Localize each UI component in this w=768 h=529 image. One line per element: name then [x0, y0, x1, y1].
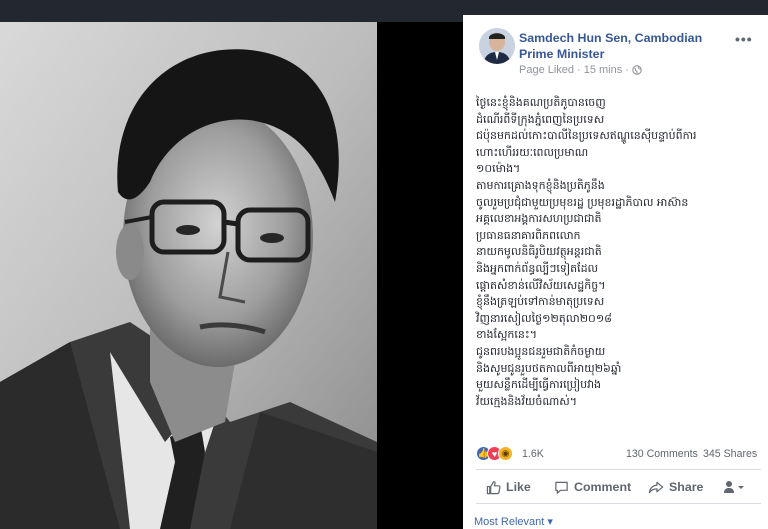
- post-line: ជូនពរបងប្អូនជនរួមជាតិកំចម្ងាយ: [476, 344, 606, 358]
- wow-reaction-icon: ◉: [498, 446, 513, 461]
- divider: [476, 469, 761, 470]
- comments-count[interactable]: 130 Comments: [626, 448, 698, 460]
- comment-label: Comment: [574, 480, 632, 494]
- post-line: ជប៉ុនមកដល់កោះបាលីនៃប្រទេសឥណ្ឌូនេស៊ីបន្ទា…: [476, 129, 697, 143]
- post-timestamp[interactable]: 15 mins: [584, 64, 623, 76]
- avatar-photo-icon: [479, 28, 515, 64]
- post-line: វ័យក្មេងនិងវ័យចំណាស់។: [476, 394, 577, 408]
- shares-count[interactable]: 345 Shares: [703, 448, 757, 460]
- meta-separator-2: ·: [625, 64, 629, 76]
- post-line: ខាងស្អែកនេះ។: [476, 328, 537, 342]
- like-label: Like: [506, 480, 531, 494]
- post-line: អគ្គលេខាអង្គការសហប្រជាជាតិ: [476, 212, 602, 226]
- comment-button[interactable]: Comment: [554, 480, 631, 495]
- reaction-icons[interactable]: 👍 ♥ ◉: [476, 446, 513, 461]
- more-options-button[interactable]: •••: [735, 31, 753, 47]
- post-line: ដំណើរពីទីក្រុងភ្នំពេញនៃប្រទេស: [476, 112, 605, 126]
- post-line: ១០ម៉ោង។: [476, 162, 521, 176]
- post-line: និងសូមជូនរួបថតកាលពីអាយុ២៦ឆ្នាំ: [476, 361, 622, 375]
- comments-sort-dropdown[interactable]: Most Relevant ▾: [474, 515, 553, 528]
- meta-separator: ·: [577, 64, 581, 76]
- post-header: Samdech Hun Sen, Cambodian Prime Ministe…: [463, 15, 768, 85]
- post-line: ប្រធានធនាគារពិភពលោក: [476, 228, 581, 242]
- post-sidebar: Samdech Hun Sen, Cambodian Prime Ministe…: [463, 15, 768, 529]
- post-line: មួយសន្លឹកដើម្បីធ្វើការប្រៀបវាង: [476, 378, 602, 392]
- speech-bubble-icon: [555, 481, 568, 494]
- thumbs-up-icon: [486, 480, 501, 494]
- page-liked-label: Page Liked: [519, 64, 575, 76]
- share-arrow-icon: [648, 481, 664, 493]
- post-photo[interactable]: [0, 22, 377, 529]
- portrait-photo: [0, 22, 377, 529]
- post-line: នាយកមូលនិធិរូបិយវត្ថុអន្តរជាតិ: [476, 245, 602, 259]
- globe-icon[interactable]: [632, 65, 642, 75]
- lightbox-gap: [377, 22, 463, 529]
- reactions-bar: 👍 ♥ ◉ 1.6K 130 Comments 345 Shares: [476, 445, 761, 465]
- page-name-link[interactable]: Samdech Hun Sen, Cambodian Prime Ministe…: [519, 30, 731, 62]
- avatar[interactable]: [479, 28, 515, 64]
- post-line: តាមការគ្រោងទុកខ្ញុំនិងប្រតិភូនឹង: [476, 178, 605, 192]
- reaction-count[interactable]: 1.6K: [522, 448, 544, 460]
- post-line: ចូលរួមប្រជុំជាមួយប្រមុខរដ្ឋ ប្រមុខរដ្ឋាភ…: [476, 195, 689, 209]
- divider: [476, 503, 761, 504]
- share-label: Share: [669, 480, 704, 494]
- post-line: ផ្តោតសំខាន់លើវិស័យសេដ្ឋកិច្ច។: [476, 278, 606, 292]
- share-button[interactable]: Share: [648, 480, 703, 495]
- like-button[interactable]: Like: [486, 480, 531, 495]
- post-actions: Like Comment Share: [476, 475, 761, 499]
- post-line: និងអ្នកពាក់ព័ន្ធល្បីៗទៀតដែល: [476, 261, 599, 275]
- post-line: ខ្ញុំនឹងត្រឡប់ទៅកាន់មាតុប្រទេស: [476, 295, 605, 309]
- post-line: ហោះហើររយៈពេលប្រមាណ: [476, 145, 589, 159]
- audience-selector[interactable]: [723, 480, 745, 494]
- post-line: ថ្ងៃនេះខ្ញុំនិងគណប្រតិភូបានចេញ: [476, 96, 606, 109]
- post-text: ថ្ងៃនេះខ្ញុំនិងគណប្រតិភូបានចេញ ដំណើរពីទី…: [476, 95, 761, 410]
- person-dropdown-icon: [724, 481, 744, 493]
- post-meta: Page Liked · 15 mins ·: [519, 64, 642, 76]
- post-line: វិញនារសៀលថ្ងៃ១២តុលា២០១៨: [476, 311, 612, 325]
